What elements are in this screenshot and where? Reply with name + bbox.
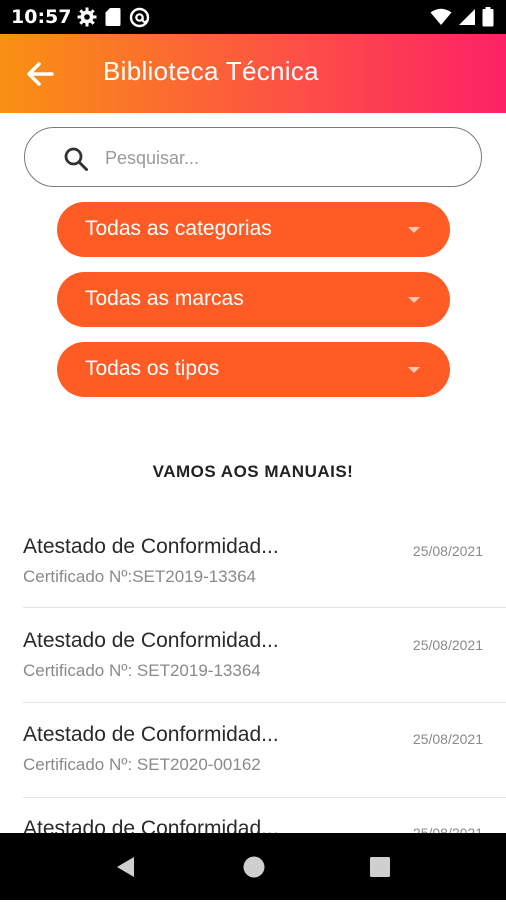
app-bar: Biblioteca Técnica xyxy=(0,34,506,113)
battery-icon xyxy=(482,7,494,27)
divider xyxy=(23,797,506,798)
manual-subtitle: Certificado Nº: SET2020-00162 xyxy=(23,755,261,774)
status-icons-right xyxy=(430,7,494,27)
status-icons-left xyxy=(77,7,150,28)
back-triangle-icon[interactable] xyxy=(112,853,140,881)
category-dropdown[interactable]: Todas as categorias xyxy=(57,202,450,257)
category-dropdown-label: Todas as categorias xyxy=(85,217,272,240)
search-bar[interactable] xyxy=(24,127,482,187)
type-dropdown-label: Todas os tipos xyxy=(85,357,220,380)
manual-subtitle: Certificado Nº: SET2019-13364 xyxy=(23,661,261,680)
manual-date: 25/08/2021 xyxy=(412,637,483,653)
wifi-icon xyxy=(430,8,452,25)
manual-date: 25/08/2021 xyxy=(412,731,483,747)
manual-subtitle: Certificado Nº:SET2019-13364 xyxy=(23,567,257,586)
gear-icon xyxy=(77,7,97,27)
arrow-left-icon[interactable] xyxy=(22,56,58,92)
home-circle-icon[interactable] xyxy=(240,853,268,881)
status-time: 10:57 xyxy=(11,6,72,28)
divider xyxy=(23,607,506,608)
manual-title: Atestado de Conformidad... xyxy=(23,535,279,558)
at-sign-icon xyxy=(129,7,150,28)
brand-dropdown-label: Todas as marcas xyxy=(85,287,244,310)
search-input[interactable] xyxy=(103,140,467,176)
recents-square-icon[interactable] xyxy=(366,853,394,881)
type-dropdown[interactable]: Todas os tipos xyxy=(57,342,450,397)
list-item[interactable]: Atestado de Conformidad... Certificado N… xyxy=(0,629,506,723)
caret-down-icon xyxy=(408,227,420,233)
brand-dropdown[interactable]: Todas as marcas xyxy=(57,272,450,327)
page-title: Biblioteca Técnica xyxy=(103,56,319,86)
status-bar: 10:57 xyxy=(0,0,506,34)
manual-title: Atestado de Conformidad... xyxy=(23,723,279,746)
divider xyxy=(23,702,506,703)
caret-down-icon xyxy=(408,367,420,373)
search-icon xyxy=(64,147,88,171)
manual-title: Atestado de Conformidad... xyxy=(23,629,279,652)
list-item[interactable]: Atestado de Conformidad... Certificado N… xyxy=(0,535,506,629)
system-nav-bar xyxy=(0,833,506,900)
signal-icon xyxy=(459,9,475,25)
section-heading: VAMOS AOS MANUAIS! xyxy=(152,462,354,481)
sim-card-icon xyxy=(105,8,121,26)
caret-down-icon xyxy=(408,297,420,303)
list-item[interactable]: Atestado de Conformidad... Certificado N… xyxy=(0,723,506,817)
manual-date: 25/08/2021 xyxy=(412,543,483,559)
